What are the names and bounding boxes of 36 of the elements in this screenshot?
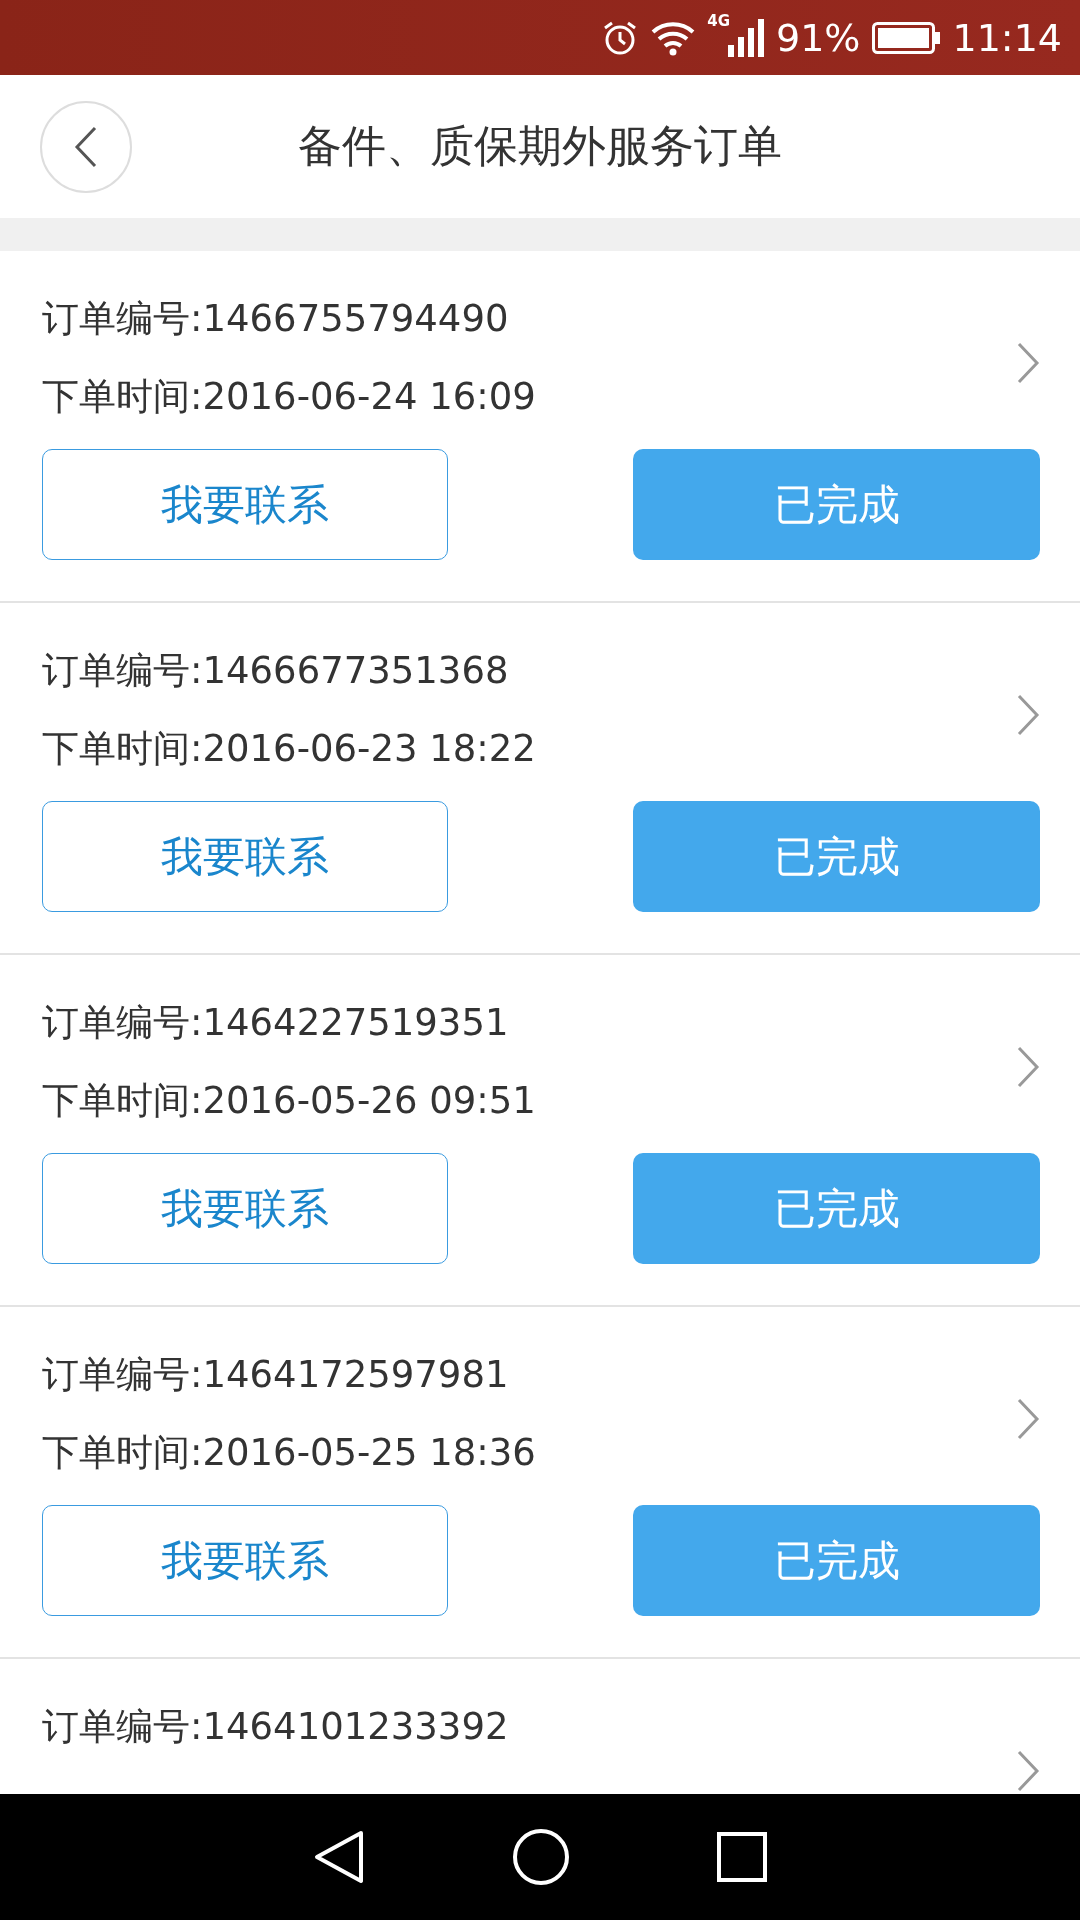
contact-button[interactable]: 我要联系 [42,449,448,560]
contact-button[interactable]: 我要联系 [42,1153,448,1264]
order-time: 下单时间:2016-05-25 18:36 [42,1430,537,1476]
status-button[interactable]: 已完成 [633,449,1040,560]
order-number: 订单编号:1466755794490 [42,296,510,342]
battery-icon [872,21,941,54]
order-card[interactable]: 订单编号:1464227519351 下单时间:2016-05-26 09:51 我要联系 已完成 [0,955,1080,1307]
contact-button[interactable]: 我要联系 [42,1505,448,1616]
network-type: 4G [707,12,730,30]
order-card[interactable]: 订单编号:1466755794490 下单时间:2016-06-24 16:09 我要联系 已完成 [0,251,1080,603]
chevron-icon [1016,1397,1040,1441]
battery-percent: 91% [776,15,861,60]
home-icon[interactable] [512,1828,570,1886]
page-title: 备件、质保期外服务订单 [297,119,783,173]
chevron-icon [1016,1749,1040,1793]
wifi-icon [651,19,696,56]
back-icon[interactable] [313,1829,366,1885]
order-card[interactable]: 订单编号:1466677351368 下单时间:2016-06-23 18:22 我要联系 已完成 [0,603,1080,955]
status-button[interactable]: 已完成 [633,1505,1040,1616]
order-number: 订单编号:1466677351368 [42,648,510,694]
order-time: 下单时间:2016-06-23 18:22 [42,726,537,772]
chevron-icon [1016,1045,1040,1089]
order-number: 订单编号:1464101233392 [42,1704,510,1750]
order-number: 订单编号:1464227519351 [42,1000,510,1046]
status-button[interactable]: 已完成 [633,801,1040,912]
order-number: 订单编号:1464172597981 [42,1352,510,1398]
contact-button[interactable]: 我要联系 [42,801,448,912]
status-button[interactable]: 已完成 [633,1153,1040,1264]
order-card[interactable]: 订单编号:1464172597981 下单时间:2016-05-25 18:36 我要联系 已完成 [0,1307,1080,1659]
chevron-icon [1016,693,1040,737]
signal-icon [728,18,764,57]
order-time: 下单时间:2016-06-24 16:09 [42,374,537,420]
clock: 11:14 [952,15,1062,60]
chevron-icon [1016,341,1040,385]
recents-icon[interactable] [716,1832,767,1882]
order-time: 下单时间:2016-05-26 09:51 [42,1078,537,1124]
